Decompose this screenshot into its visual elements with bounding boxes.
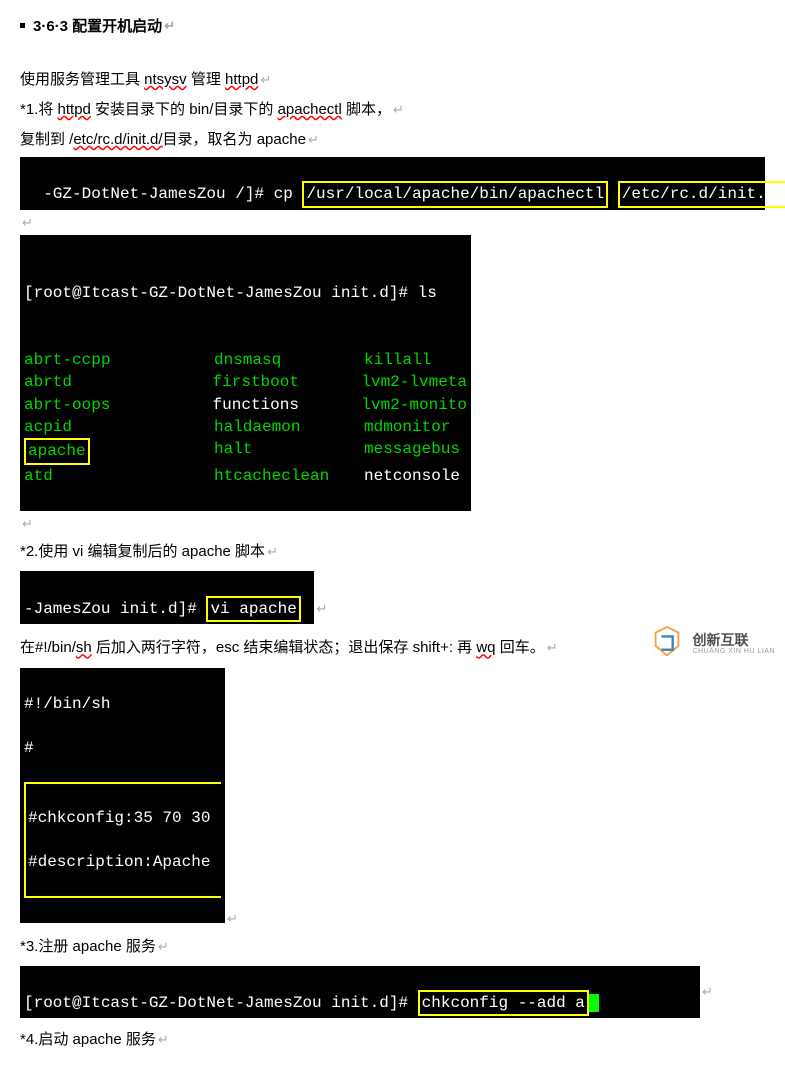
ls-col3: mdmonitor — [364, 416, 450, 438]
text: *3.注册 apache 服务 — [20, 938, 156, 955]
text-sh: sh — [76, 639, 92, 656]
prompt: -JamesZou init.d]# — [24, 600, 206, 618]
watermark-text-wrap: 创新互联 CHUANG XIN HU LIAN — [692, 633, 775, 655]
ls-col3: lvm2-lvmeta — [361, 371, 467, 393]
return-char: ↵ — [260, 72, 271, 87]
ls-col1: atd — [24, 465, 214, 487]
bullet-icon — [20, 23, 25, 28]
return-char: ↵ — [316, 601, 327, 616]
return-char: ↵ — [22, 516, 33, 531]
text: 安装目录下的 bin/目录下的 — [91, 101, 278, 118]
text-path: etc/rc.d/init.d/ — [73, 131, 162, 148]
ls-col1: abrt-oops — [24, 394, 213, 416]
step-4: *4.启动 apache 服务↵ — [20, 1028, 765, 1049]
ls-col3: netconsole — [364, 465, 460, 487]
ls-row: abrt-ccppdnsmasqkillall — [24, 349, 467, 371]
highlighted-path-dst: /etc/rc.d/init.d/apache — [618, 181, 785, 207]
ls-col2: haldaemon — [214, 416, 364, 438]
highlighted-cmd: vi apache — [206, 596, 300, 622]
text: *4.启动 apache 服务 — [20, 1031, 156, 1048]
ls-row: abrt-oopsfunctionslvm2-monito — [24, 394, 467, 416]
ls-col2: halt — [214, 438, 364, 464]
step-2: *2.使用 vi 编辑复制后的 apache 脚本↵ — [20, 540, 765, 561]
highlighted-lines: #chkconfig:35 70 30 #description:Apache — [24, 782, 221, 898]
highlighted-path-src: /usr/local/apache/bin/apachectl — [302, 181, 608, 207]
return-char: ↵ — [393, 102, 404, 117]
ls-col1: apache — [24, 438, 214, 464]
return-char: ↵ — [22, 215, 33, 230]
highlighted-cmd: chkconfig --add a — [418, 990, 589, 1016]
cursor — [589, 994, 599, 1012]
return-char: ↵ — [308, 132, 319, 147]
ls-row: acpidhaldaemonmdmonitor — [24, 416, 467, 438]
ls-prompt: [root@Itcast-GZ-DotNet-JamesZou init.d]#… — [24, 282, 467, 304]
intro-line: 使用服务管理工具 ntsysv 管理 httpd↵ — [20, 66, 765, 93]
section-heading: 3·6·3 配置开机启动 ↵ — [20, 15, 765, 36]
watermark: 创新互联 CHUANG XIN HU LIAN — [648, 625, 775, 663]
ls-row: apache haltmessagebus — [24, 438, 467, 464]
watermark-sub: CHUANG XIN HU LIAN — [692, 648, 775, 655]
text: 脚本， — [342, 101, 391, 118]
script-line: #!/bin/sh — [24, 693, 221, 715]
prompt: [root@Itcast-GZ-DotNet-JamesZou init.d]# — [24, 994, 418, 1012]
ls-col3: messagebus — [364, 438, 460, 464]
highlighted-file: apache — [24, 438, 90, 464]
text: 后加入两行字符，esc 结束编辑状态；退出保存 shift+: 再 — [92, 639, 477, 656]
text-ntsysv: ntsysv — [144, 71, 187, 88]
step-3: *3.注册 apache 服务↵ — [20, 935, 765, 956]
return-char: ↵ — [164, 18, 175, 34]
return-char: ↵ — [158, 1032, 169, 1047]
title-text: 3·6·3 配置开机启动 — [33, 15, 162, 36]
cmd-text: chkconfig --add a — [422, 994, 585, 1012]
ls-row: abrtdfirstbootlvm2-lvmeta — [24, 371, 467, 393]
return-char: ↵ — [158, 939, 169, 954]
text: 使用服务管理工具 — [20, 71, 144, 88]
text-httpd: httpd — [225, 71, 258, 88]
text: 复制到 / — [20, 131, 73, 148]
return-char: ↵ — [227, 911, 238, 927]
return-char: ↵ — [547, 640, 558, 655]
ls-col3: lvm2-monito — [361, 394, 467, 416]
script-line: #description:Apache — [28, 851, 219, 873]
text: *1.将 — [20, 101, 58, 118]
ls-row: atdhtcachecleannetconsole — [24, 465, 467, 487]
terminal-vi-command: -JamesZou init.d]# vi apache — [20, 571, 314, 624]
terminal-chkconfig: [root@Itcast-GZ-DotNet-JamesZou init.d]#… — [20, 966, 700, 1019]
ls-col1: acpid — [24, 416, 214, 438]
ls-col2: dnsmasq — [214, 349, 364, 371]
text-wq: wq — [476, 639, 495, 656]
text: 在#!/bin/ — [20, 639, 76, 656]
ls-col2: functions — [213, 394, 362, 416]
step-1: *1.将 httpd 安装目录下的 bin/目录下的 apachectl 脚本，… — [20, 96, 765, 123]
terminal-cp-command: -GZ-DotNet-JamesZou /]# cp /usr/local/ap… — [20, 157, 765, 210]
return-char: ↵ — [267, 544, 278, 559]
ls-col2: htcacheclean — [214, 465, 364, 487]
text-httpd: httpd — [58, 101, 91, 118]
text: 管理 — [187, 71, 225, 88]
ls-col1: abrtd — [24, 371, 213, 393]
terminal-script-content: #!/bin/sh # #chkconfig:35 70 30 #descrip… — [20, 668, 225, 922]
text: *2.使用 vi 编辑复制后的 apache 脚本 — [20, 543, 265, 560]
text: 回车。 — [496, 639, 545, 656]
copy-line: 复制到 /etc/rc.d/init.d/目录，取名为 apache↵ — [20, 126, 765, 153]
ls-col1: abrt-ccpp — [24, 349, 214, 371]
text: 目录，取名为 apache — [163, 131, 306, 148]
ls-col2: firstboot — [213, 371, 362, 393]
script-line: #chkconfig:35 70 30 — [28, 807, 219, 829]
prompt: -GZ-DotNet-JamesZou /]# cp — [43, 185, 302, 203]
watermark-logo-icon — [648, 625, 686, 663]
return-char: ↵ — [702, 984, 713, 1000]
terminal-ls-output: [root@Itcast-GZ-DotNet-JamesZou init.d]#… — [20, 235, 471, 512]
watermark-main: 创新互联 — [692, 633, 775, 648]
ls-col3: killall — [364, 349, 431, 371]
text-apachectl: apachectl — [278, 101, 342, 118]
script-line: # — [24, 737, 221, 759]
